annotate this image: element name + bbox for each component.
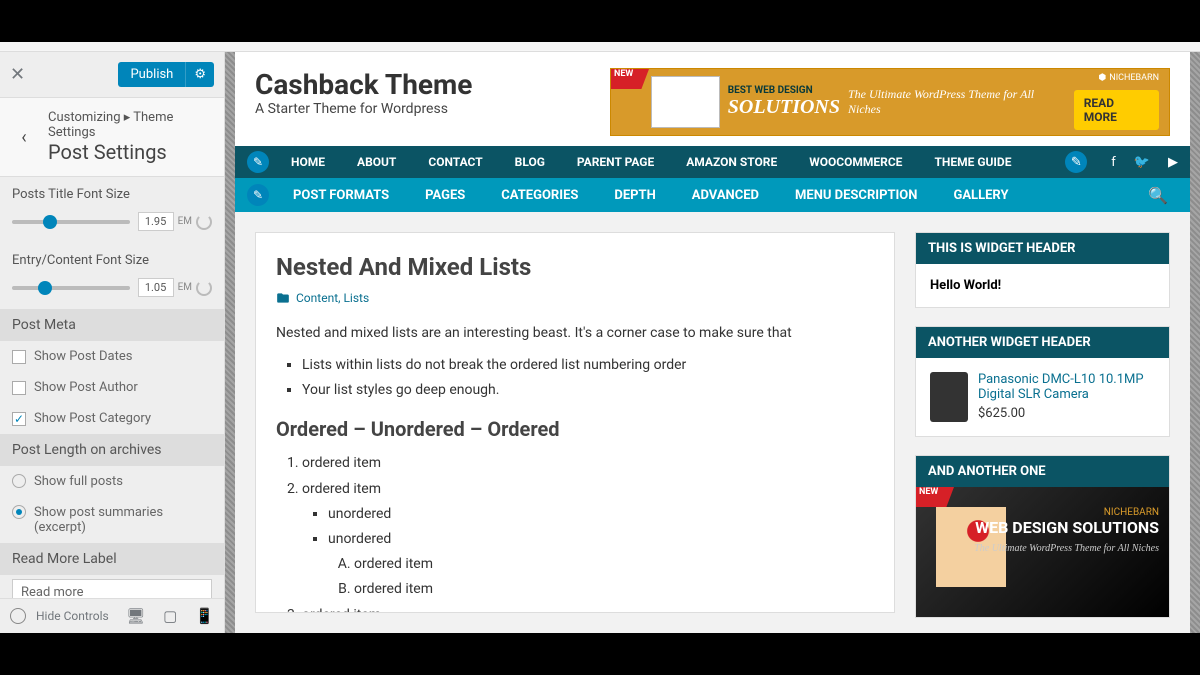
- section-header-readmore: Read More Label: [0, 543, 224, 575]
- nav-item[interactable]: WOOCOMMERCE: [793, 155, 918, 169]
- panel-title: Post Settings: [48, 140, 210, 172]
- nav-item[interactable]: AMAZON STORE: [670, 155, 793, 169]
- site-title: Cashback Theme: [255, 68, 472, 101]
- facebook-icon[interactable]: f: [1111, 155, 1116, 170]
- youtube-icon[interactable]: ▶: [1168, 155, 1178, 170]
- search-icon[interactable]: 🔍: [1148, 186, 1178, 205]
- nav-item[interactable]: ABOUT: [341, 155, 412, 169]
- nav-item[interactable]: THEME GUIDE: [918, 155, 1027, 169]
- site-subtitle: A Starter Theme for Wordpress: [255, 101, 472, 117]
- nav-item[interactable]: CONTACT: [412, 155, 498, 169]
- nav-item[interactable]: MENU DESCRIPTION: [777, 188, 935, 203]
- publish-settings-button[interactable]: ⚙: [185, 62, 214, 87]
- nav-item[interactable]: DEPTH: [596, 188, 673, 203]
- checkbox-show-dates[interactable]: Show Post Dates: [0, 341, 224, 372]
- radio-full-posts[interactable]: Show full posts: [0, 466, 224, 497]
- twitter-icon[interactable]: 🐦: [1134, 155, 1150, 170]
- unit-label: EM: [174, 216, 196, 227]
- content-font-size-value[interactable]: 1.05: [138, 278, 174, 297]
- back-button[interactable]: ‹: [10, 123, 38, 151]
- collapse-icon[interactable]: [10, 608, 26, 624]
- secondary-nav: ✎ POST FORMATS PAGES CATEGORIES DEPTH AD…: [235, 178, 1190, 212]
- publish-button[interactable]: Publish: [118, 62, 185, 87]
- reset-icon[interactable]: [196, 280, 212, 296]
- device-mobile-icon[interactable]: 📱: [195, 607, 214, 625]
- product-link[interactable]: Panasonic DMC-L10 10.1MP Digital SLR Cam…: [978, 372, 1144, 402]
- banner-readmore-button[interactable]: READ MORE: [1074, 90, 1159, 130]
- readmore-label-input[interactable]: [12, 579, 212, 598]
- header-ad-banner[interactable]: NEW BEST WEB DESIGN SOLUTIONS The Ultima…: [610, 68, 1170, 136]
- nav-item[interactable]: CATEGORIES: [483, 188, 596, 203]
- content-font-size-slider[interactable]: [12, 286, 130, 290]
- banner-image: [651, 76, 720, 128]
- post-content: Nested And Mixed Lists Content, Lists Ne…: [255, 232, 895, 613]
- live-preview: Cashback Theme A Starter Theme for Wordp…: [225, 52, 1200, 633]
- title-font-size-slider[interactable]: [12, 220, 130, 224]
- nav-item[interactable]: PARENT PAGE: [561, 155, 670, 169]
- nav-item[interactable]: GALLERY: [935, 188, 1026, 203]
- nav-item[interactable]: HOME: [275, 155, 341, 169]
- nav-item[interactable]: PAGES: [407, 188, 483, 203]
- widget-header: ANOTHER WIDGET HEADER: [916, 327, 1169, 358]
- checkbox-show-category[interactable]: ✓Show Post Category: [0, 403, 224, 434]
- post-categories[interactable]: Content, Lists: [296, 291, 369, 305]
- folder-icon: [276, 291, 290, 305]
- widget-body: Hello World!: [916, 264, 1169, 307]
- slider-label-content-size: Entry/Content Font Size: [0, 243, 224, 272]
- new-badge: NEW: [611, 69, 649, 89]
- breadcrumb-level1: Customizing: [48, 110, 121, 125]
- section-header-post-length: Post Length on archives: [0, 434, 224, 466]
- nav-item[interactable]: ADVANCED: [674, 188, 777, 203]
- widget-header: AND ANOTHER ONE: [916, 456, 1169, 487]
- device-desktop-icon[interactable]: 🖥: [126, 607, 145, 625]
- customizer-sidebar: ✕ Publish ⚙ ‹ Customizing ▸ Theme Settin…: [0, 52, 225, 633]
- device-tablet-icon[interactable]: ▢: [163, 607, 177, 625]
- edit-shortcut-icon[interactable]: ✎: [247, 184, 269, 206]
- sidebar-ad[interactable]: NEW NICHEBARN WEB DESIGN SOLUTIONS The U…: [916, 487, 1169, 617]
- widget-header: THIS IS WIDGET HEADER: [916, 233, 1169, 264]
- edit-shortcut-icon[interactable]: ✎: [1065, 151, 1087, 173]
- title-font-size-value[interactable]: 1.95: [138, 212, 174, 231]
- widget-sidebar: THIS IS WIDGET HEADER Hello World! ANOTH…: [915, 232, 1170, 613]
- new-badge: NEW: [916, 487, 954, 507]
- nav-item[interactable]: BLOG: [499, 155, 561, 169]
- unit-label: EM: [174, 282, 196, 293]
- post-title: Nested And Mixed Lists: [276, 253, 874, 281]
- primary-nav: ✎ HOME ABOUT CONTACT BLOG PARENT PAGE AM…: [235, 146, 1190, 178]
- slider-label-title-size: Posts Title Font Size: [0, 177, 224, 206]
- edit-shortcut-icon[interactable]: ✎: [247, 151, 269, 173]
- hide-controls-button[interactable]: Hide Controls: [36, 609, 109, 623]
- nav-item[interactable]: POST FORMATS: [275, 188, 407, 203]
- section-header-post-meta: Post Meta: [0, 309, 224, 341]
- product-price: $625.00: [978, 406, 1155, 421]
- radio-summaries[interactable]: Show post summaries (excerpt): [0, 497, 224, 543]
- reset-icon[interactable]: [196, 214, 212, 230]
- product-image: [930, 372, 968, 422]
- close-icon[interactable]: ✕: [10, 64, 25, 85]
- checkbox-show-author[interactable]: Show Post Author: [0, 372, 224, 403]
- banner-brand-logo: ⬢ NICHEBARN: [1098, 73, 1159, 83]
